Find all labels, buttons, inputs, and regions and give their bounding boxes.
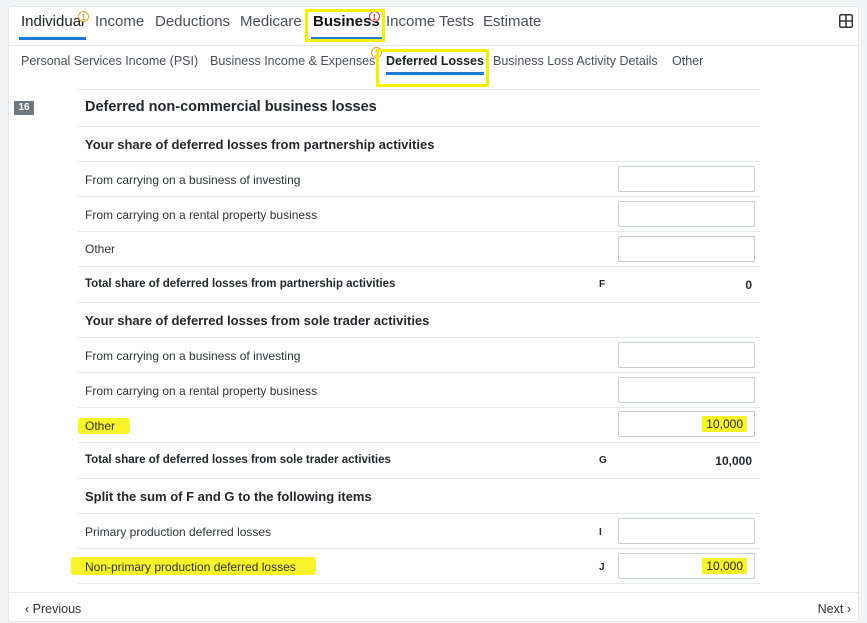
- tab-deductions-label: Deductions: [155, 13, 231, 30]
- footer-nav: ‹ Previous Next ›: [8, 592, 859, 623]
- tab-individual[interactable]: Individual: [18, 0, 87, 40]
- p-total-row: Total share of deferred losses from part…: [78, 266, 760, 302]
- nonprimary-value: 10,000: [702, 558, 747, 574]
- p-investing-row: From carrying on a business of investing: [78, 161, 760, 196]
- s-investing-label: From carrying on a business of investing: [85, 349, 301, 363]
- tab-medicare-label: Medicare: [240, 13, 302, 30]
- p-total-code: F: [599, 279, 606, 290]
- p-total-value: 0: [745, 278, 752, 292]
- p-other-row: Other: [78, 231, 760, 266]
- p-rental-label: From carrying on a rental property busin…: [85, 208, 318, 222]
- form-bottom-border: [78, 583, 760, 584]
- p-investing-label: From carrying on a business of investing: [85, 173, 301, 187]
- primary-label: Primary production deferred losses: [85, 525, 272, 539]
- split-heading-row: Split the sum of F and G to the followin…: [78, 478, 760, 513]
- nonprimary-label: Non-primary production deferred losses: [85, 560, 296, 574]
- p-rental-row: From carrying on a rental property busin…: [78, 196, 760, 231]
- previous-button[interactable]: ‹ Previous: [25, 602, 81, 616]
- tab-income[interactable]: Income: [95, 0, 144, 40]
- s-total-label: Total share of deferred losses from sole…: [85, 454, 391, 466]
- nonprimary-code: J: [599, 562, 605, 573]
- tab-individual-badge: 1: [78, 11, 89, 22]
- s-investing-input[interactable]: [618, 342, 755, 368]
- s-investing-row: From carrying on a business of investing: [78, 337, 760, 372]
- s-rental-input[interactable]: [618, 377, 755, 403]
- nonprimary-row: Non-primary production deferred losses J…: [71, 548, 760, 583]
- form-title: Deferred non-commercial business losses: [85, 99, 377, 115]
- primary-code: I: [599, 527, 602, 538]
- p-rental-input[interactable]: [618, 201, 755, 227]
- s-rental-row: From carrying on a rental property busin…: [78, 372, 760, 407]
- subtab-other[interactable]: Other: [672, 53, 703, 81]
- s-total-value: 10,000: [715, 454, 752, 468]
- tab-business-badge: 1: [369, 11, 380, 22]
- subtab-business-loss-activity[interactable]: Business Loss Activity Details: [493, 53, 658, 81]
- tab-income-tests[interactable]: Income Tests: [386, 0, 474, 40]
- s-other-value: 10,000: [702, 416, 747, 432]
- subtab-psi[interactable]: Personal Services Income (PSI): [21, 53, 198, 81]
- tabs-divider: [8, 45, 859, 46]
- subtab-deferred-losses-badge: 1: [371, 47, 382, 58]
- partnership-heading-row: Your share of deferred losses from partn…: [78, 126, 760, 161]
- s-other-input[interactable]: 10,000: [618, 411, 755, 437]
- s-other-row: Other 10,000: [78, 407, 760, 442]
- subtab-business-income-expenses[interactable]: Business Income & Expenses: [210, 53, 375, 81]
- p-other-label: Other: [85, 242, 116, 256]
- tab-medicare[interactable]: Medicare: [240, 0, 302, 40]
- partnership-heading: Your share of deferred losses from partn…: [85, 137, 435, 152]
- s-rental-label: From carrying on a rental property busin…: [85, 384, 318, 398]
- s-other-label: Other: [85, 419, 116, 433]
- form-title-row: Deferred non-commercial business losses: [78, 89, 760, 126]
- primary-row: Primary production deferred losses I: [78, 513, 760, 548]
- nonprimary-input[interactable]: 10,000: [618, 553, 755, 579]
- primary-input[interactable]: [618, 518, 755, 544]
- section-number: 16: [14, 101, 34, 115]
- tab-individual-label: Individual: [21, 13, 85, 30]
- sole-heading: Your share of deferred losses from sole …: [85, 313, 430, 328]
- split-heading: Split the sum of F and G to the followin…: [85, 489, 372, 504]
- s-total-row: Total share of deferred losses from sole…: [78, 442, 760, 478]
- tab-deductions[interactable]: Deductions: [155, 0, 230, 40]
- tab-income-tests-label: Income Tests: [386, 13, 475, 30]
- s-total-code: G: [599, 455, 607, 466]
- subtab-deferred-losses[interactable]: Deferred Losses: [386, 53, 484, 81]
- p-other-input[interactable]: [618, 236, 755, 262]
- tab-estimate[interactable]: Estimate: [483, 0, 541, 40]
- next-button[interactable]: Next ›: [818, 602, 851, 616]
- grid-view-icon[interactable]: [839, 14, 853, 28]
- tab-estimate-label: Estimate: [483, 13, 542, 30]
- tab-income-label: Income: [95, 13, 145, 30]
- p-investing-input[interactable]: [618, 166, 755, 192]
- p-total-label: Total share of deferred losses from part…: [85, 278, 396, 290]
- sole-heading-row: Your share of deferred losses from sole …: [78, 302, 760, 337]
